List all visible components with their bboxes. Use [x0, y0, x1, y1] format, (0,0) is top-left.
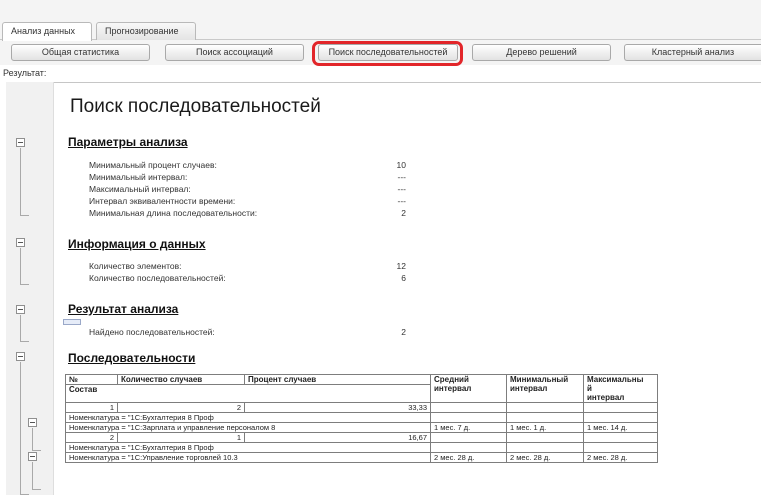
seq-min: 2 мес. 28 д.: [506, 452, 584, 463]
tab-forecasting[interactable]: Прогнозирование: [96, 22, 196, 40]
col-header-percent: Процент случаев: [244, 374, 431, 385]
seq-no: 1: [65, 402, 118, 413]
param-value: ---: [397, 184, 407, 194]
col-header-composition: Состав: [65, 384, 431, 403]
table-row: Номенклатура = "1С:Управление торговлей …: [65, 452, 658, 463]
cell-selection: [63, 319, 81, 325]
group-bracket: [32, 428, 41, 451]
param-label: Интервал эквивалентности времени:: [89, 196, 236, 206]
col-header-max-line: интервал: [587, 393, 625, 402]
col-header-max: Максимальны й интервал: [583, 374, 658, 403]
seq-max: [583, 412, 658, 423]
table-row: Номенклатура = "1С:Бухгалтерия 8 Проф: [65, 442, 658, 453]
tab-bar: Анализ данных Прогнозирование: [0, 0, 761, 41]
group-bracket: [20, 248, 29, 285]
collapse-sequences-icon[interactable]: [16, 352, 25, 361]
param-label: Максимальный интервал:: [89, 184, 191, 194]
highlight-annotation: [312, 41, 463, 66]
collapse-params-icon[interactable]: [16, 138, 25, 147]
group-bracket: [20, 148, 29, 216]
seq-count: 2: [117, 402, 245, 413]
col-header-no: №: [65, 374, 118, 385]
info-value: 12: [396, 261, 406, 271]
seq-max: [583, 442, 658, 453]
collapse-info-icon[interactable]: [16, 238, 25, 247]
seq-percent: 33,33: [244, 402, 431, 413]
table-row: Номенклатура = "1С:Зарплата и управление…: [65, 422, 658, 433]
seq-item: Номенклатура = "1С:Управление торговлей …: [65, 452, 431, 463]
seq-avg: 1 мес. 7 д.: [430, 422, 507, 433]
info-label: Количество элементов:: [89, 261, 182, 271]
seq-max: 1 мес. 14 д.: [583, 422, 658, 433]
collapse-result-icon[interactable]: [16, 305, 25, 314]
seq-count: 1: [117, 432, 245, 443]
grouping-gutter: [6, 82, 54, 495]
seq-item: Номенклатура = "1С:Бухгалтерия 8 Проф: [65, 442, 431, 453]
info-heading: Информация о данных: [68, 237, 206, 251]
seq-min: [506, 412, 584, 423]
param-label: Минимальный процент случаев:: [89, 160, 217, 170]
seq-no: 2: [65, 432, 118, 443]
param-label: Минимальная длина последовательности:: [89, 208, 258, 218]
seq-avg: [430, 442, 507, 453]
params-heading: Параметры анализа: [68, 135, 188, 149]
result-label-row: Найдено последовательностей:: [89, 327, 215, 337]
col-header-count: Количество случаев: [117, 374, 245, 385]
seq-item: Номенклатура = "1С:Зарплата и управление…: [65, 422, 431, 433]
param-value: ---: [397, 172, 407, 182]
decision-tree-button[interactable]: Дерево решений: [472, 44, 611, 61]
sequences-heading: Последовательности: [68, 351, 196, 365]
group-bracket: [20, 362, 29, 495]
result-value: 2: [401, 327, 406, 337]
seq-min: 1 мес. 1 д.: [506, 422, 584, 433]
collapse-sequence-1-icon[interactable]: [28, 418, 37, 427]
result-heading: Результат анализа: [68, 302, 179, 316]
cluster-analysis-button[interactable]: Кластерный анализ: [624, 44, 761, 61]
seq-avg: 2 мес. 28 д.: [430, 452, 507, 463]
info-label: Количество последовательностей:: [89, 273, 226, 283]
seq-avg: [430, 412, 507, 423]
group-bracket: [20, 315, 29, 342]
param-value: 2: [401, 208, 406, 218]
tab-data-analysis[interactable]: Анализ данных: [2, 22, 92, 41]
seq-min: [506, 442, 584, 453]
report-title: Поиск последовательностей: [70, 96, 321, 117]
sequences-table: № Количество случаев Процент случаев Сре…: [65, 374, 658, 463]
seq-percent: 16,67: [244, 432, 431, 443]
col-header-max-line: Максимальны: [587, 375, 644, 384]
seq-item: Номенклатура = "1С:Бухгалтерия 8 Проф: [65, 412, 431, 423]
col-header-avg: Средний интервал: [430, 374, 507, 403]
info-value: 6: [401, 273, 406, 283]
table-row: 1 2 33,33: [65, 402, 658, 413]
result-label: Результат:: [3, 68, 47, 78]
collapse-sequence-2-icon[interactable]: [28, 452, 37, 461]
association-search-button[interactable]: Поиск ассоциаций: [165, 44, 304, 61]
general-statistics-button[interactable]: Общая статистика: [11, 44, 150, 61]
param-value: 10: [396, 160, 406, 170]
col-header-min: Минимальный интервал: [506, 374, 584, 403]
table-row: Номенклатура = "1С:Бухгалтерия 8 Проф: [65, 412, 658, 423]
col-header-max-line: й: [587, 384, 592, 393]
group-bracket: [32, 462, 41, 490]
param-value: ---: [397, 196, 407, 206]
seq-max: 2 мес. 28 д.: [583, 452, 658, 463]
param-label: Минимальный интервал:: [89, 172, 188, 182]
table-row: 2 1 16,67: [65, 432, 658, 443]
